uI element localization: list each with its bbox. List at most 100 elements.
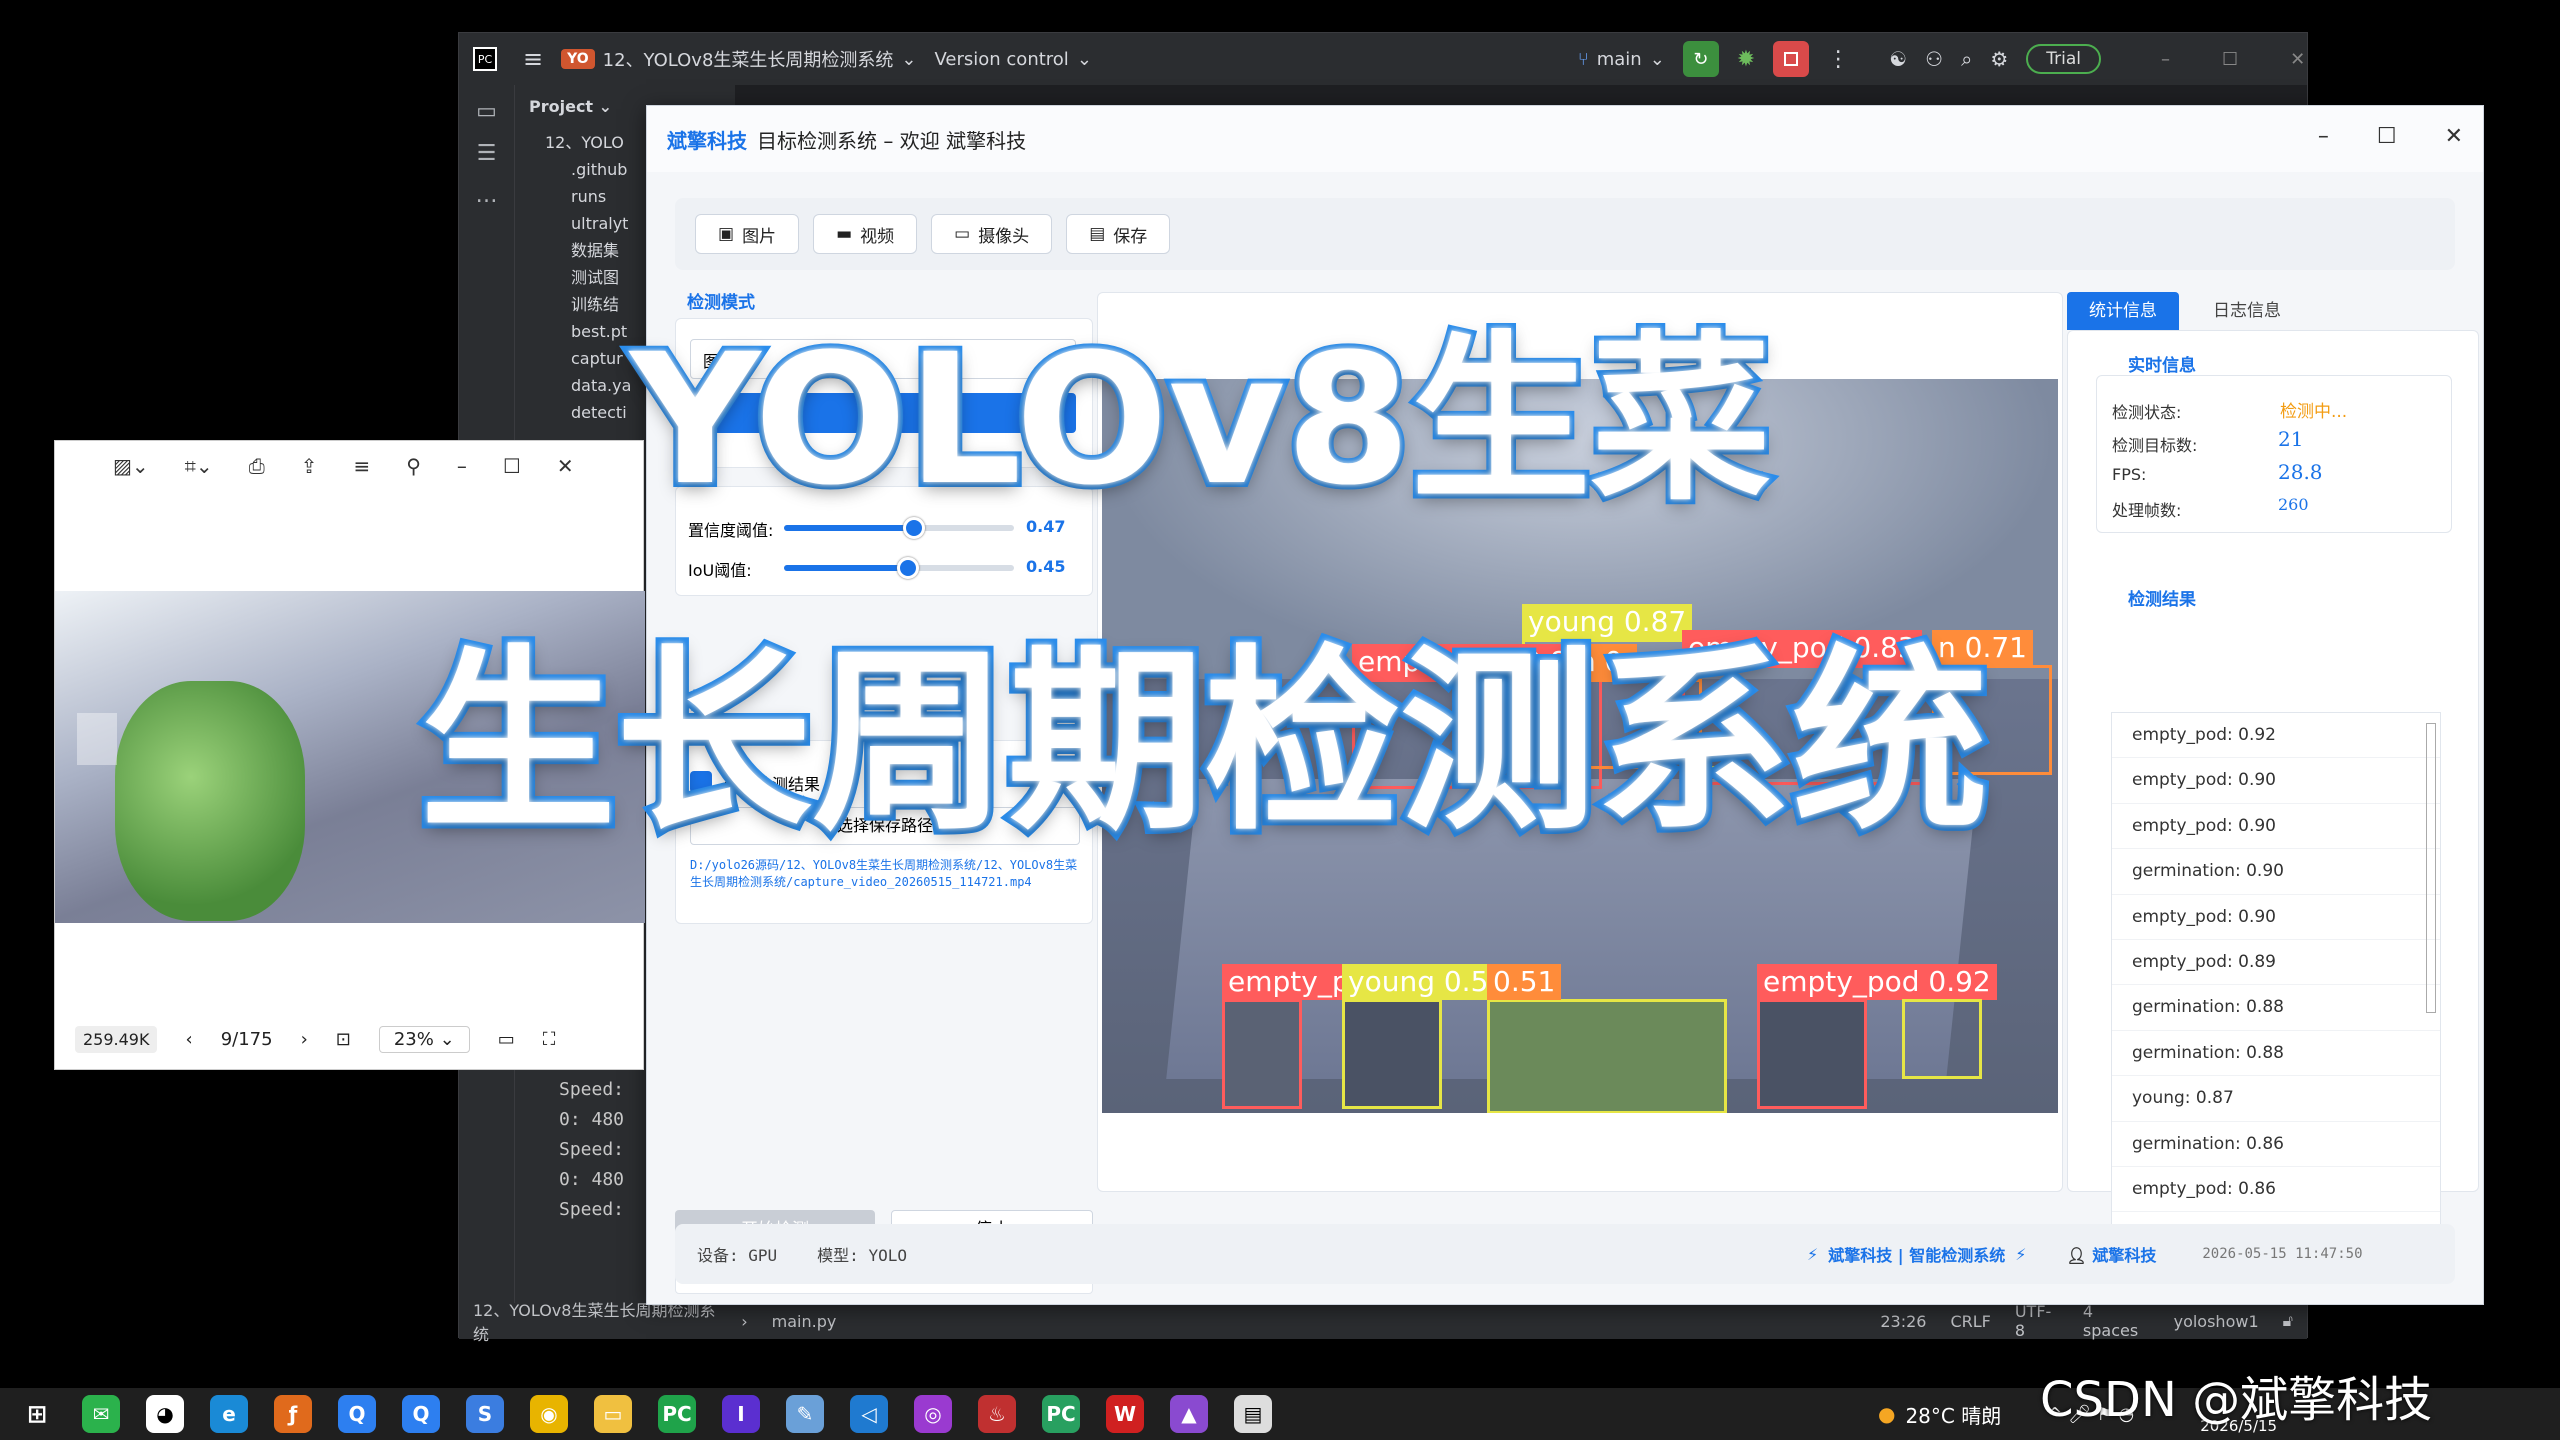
iou-slider-handle[interactable]: [897, 557, 920, 579]
lock-icon[interactable]: 🔓︎: [2283, 1311, 2293, 1331]
maximize-icon[interactable]: ☐: [2222, 49, 2238, 70]
close-icon[interactable]: ✕: [557, 454, 574, 478]
print-icon[interactable]: ⎙: [249, 454, 265, 478]
ai-assistant-icon[interactable]: ☯: [1889, 47, 1907, 71]
search-app-icon[interactable]: Q: [338, 1395, 376, 1433]
minimize-icon[interactable]: –: [2161, 49, 2170, 70]
actual-size-icon[interactable]: ⊡: [336, 1029, 351, 1050]
app-icon[interactable]: ▤: [1234, 1395, 1272, 1433]
fullscreen-icon[interactable]: ⛶: [543, 1029, 556, 1050]
search-icon[interactable]: ⌕: [1961, 47, 1972, 71]
pycharm-logo-icon: PC: [473, 47, 497, 71]
list-item[interactable]: empty_pod: 0.90: [2112, 804, 2440, 850]
maximize-icon[interactable]: ☐: [2377, 124, 2397, 149]
datetime: 2026-05-15 11:47:50: [2202, 1246, 2363, 1262]
folder-icon[interactable]: ▭: [472, 99, 502, 127]
csdn-watermark: CSDN @斌擎科技: [2040, 1372, 2433, 1428]
list-item[interactable]: empty_pod: 0.86: [2112, 1167, 2440, 1213]
list-item[interactable]: young: 0.87: [2112, 1076, 2440, 1122]
minimize-icon[interactable]: –: [2318, 124, 2329, 149]
list-item[interactable]: empty_pod: 0.89: [2112, 940, 2440, 986]
maximize-icon[interactable]: ☐: [503, 454, 521, 478]
results-list[interactable]: empty_pod: 0.92 empty_pod: 0.90 empty_po…: [2111, 712, 2441, 1270]
add-user-icon[interactable]: ⚇: [1925, 47, 1943, 71]
editor-icon[interactable]: I: [722, 1395, 760, 1433]
trial-badge[interactable]: Trial: [2026, 44, 2101, 74]
chevron-left-icon[interactable]: ‹: [185, 1029, 192, 1050]
color-app-icon[interactable]: ◎: [914, 1395, 952, 1433]
app-icon[interactable]: ▲: [1170, 1395, 1208, 1433]
ide-statusbar: 12、YOLOv8生菜生长周期检测系统 › main.py 23:26 CRLF…: [459, 1301, 2307, 1344]
caret-position[interactable]: 23:26: [1880, 1312, 1926, 1331]
stop-button[interactable]: [1773, 41, 1810, 77]
vscode-icon[interactable]: ◁: [850, 1395, 888, 1433]
pycharm-icon[interactable]: PC: [658, 1395, 696, 1433]
list-item[interactable]: germination: 0.90: [2112, 849, 2440, 895]
wps-icon[interactable]: W: [1106, 1395, 1144, 1433]
branch-label: main: [1596, 48, 1642, 70]
model-info: 模型: YOLO: [817, 1246, 907, 1265]
save-button[interactable]: ▤ 保存: [1066, 214, 1171, 254]
tab-log[interactable]: 日志信息: [2191, 292, 2303, 330]
slogan: ⚡ 斌擎科技 | 智能检测系统 ⚡: [1807, 1242, 2026, 1266]
list-item[interactable]: germination: 0.88: [2112, 1031, 2440, 1077]
more-tools-icon[interactable]: …: [472, 183, 502, 211]
edge-icon[interactable]: e: [210, 1395, 248, 1433]
filmstrip-icon[interactable]: ▭: [498, 1029, 515, 1050]
video-button[interactable]: ▬ 视频: [813, 214, 918, 254]
chevron-right-icon[interactable]: ›: [301, 1029, 308, 1050]
tab-stats[interactable]: 统计信息: [2067, 292, 2179, 330]
more-icon[interactable]: ⋮: [1827, 47, 1849, 72]
share-icon[interactable]: ⇪: [301, 454, 318, 478]
wechat-icon[interactable]: ✉: [82, 1395, 120, 1433]
prev-image-button[interactable]: [77, 713, 117, 765]
pycharm-icon[interactable]: PC: [1042, 1395, 1080, 1433]
version-control-menu[interactable]: Version control ⌄: [935, 49, 1092, 70]
chevron-down-icon: ⌄: [1076, 48, 1092, 70]
debug-icon[interactable]: ✹: [1737, 47, 1755, 72]
weather-widget[interactable]: ● 28°C 晴朗: [1878, 1400, 2001, 1429]
console-line: 0: 480: [559, 1169, 625, 1190]
list-item[interactable]: empty_pod: 0.90: [2112, 895, 2440, 940]
bolt-icon: ⚡: [2015, 1244, 2027, 1264]
line-separator[interactable]: CRLF: [1950, 1312, 1990, 1331]
search-app-icon[interactable]: Q: [402, 1395, 440, 1433]
crop-icon[interactable]: ⌗⌄: [185, 454, 213, 478]
camera-button[interactable]: ▭ 摄像头: [931, 214, 1053, 254]
iou-slider-fill: [784, 565, 909, 571]
image-button[interactable]: ▣ 图片: [695, 214, 800, 254]
zoom-select[interactable]: 23% ⌄: [378, 1025, 470, 1053]
list-item[interactable]: germination: 0.86: [2112, 1122, 2440, 1167]
indent-setting[interactable]: 4 spaces: [2083, 1302, 2150, 1340]
results-scrollbar[interactable]: [2426, 723, 2436, 1013]
file-encoding[interactable]: UTF-8: [2015, 1302, 2059, 1340]
project-switcher[interactable]: YO 12、YOLOv8生菜生长周期检测系统 ⌄: [561, 46, 917, 72]
explorer-icon[interactable]: ▭: [594, 1395, 632, 1433]
list-item[interactable]: empty_pod: 0.90: [2112, 758, 2440, 804]
app-icon[interactable]: ♨: [978, 1395, 1016, 1433]
chrome-icon[interactable]: ◉: [530, 1395, 568, 1433]
minimize-icon[interactable]: –: [457, 454, 467, 478]
edit-image-icon[interactable]: ▨⌄: [113, 454, 149, 478]
interpreter[interactable]: yoloshow1: [2174, 1312, 2259, 1331]
run-button[interactable]: ↻: [1682, 41, 1719, 77]
breadcrumb-file[interactable]: main.py: [772, 1312, 837, 1331]
conf-slider-fill: [784, 525, 914, 531]
close-icon[interactable]: ✕: [2445, 124, 2463, 149]
main-menu-icon[interactable]: ≡: [523, 45, 543, 73]
close-icon[interactable]: ✕: [2290, 49, 2305, 70]
firefox-icon[interactable]: ƒ: [274, 1395, 312, 1433]
menu-icon[interactable]: ≡: [353, 454, 370, 478]
gear-icon[interactable]: ⚙: [1990, 47, 2008, 71]
video-icon: ▬: [836, 224, 853, 244]
qq-icon[interactable]: ◕: [146, 1395, 184, 1433]
start-button[interactable]: ⊞: [18, 1395, 56, 1433]
structure-icon[interactable]: ☰: [472, 141, 502, 169]
notes-icon[interactable]: ✎: [786, 1395, 824, 1433]
browser-icon[interactable]: S: [466, 1395, 504, 1433]
detection-box: empty_pod 0.86: [1222, 964, 1462, 1109]
list-item[interactable]: empty_pod: 0.92: [2112, 713, 2440, 759]
list-item[interactable]: germination: 0.88: [2112, 985, 2440, 1031]
branch-selector[interactable]: ⑂ main ⌄: [1578, 49, 1665, 70]
pin-icon[interactable]: ⚲: [406, 454, 421, 478]
